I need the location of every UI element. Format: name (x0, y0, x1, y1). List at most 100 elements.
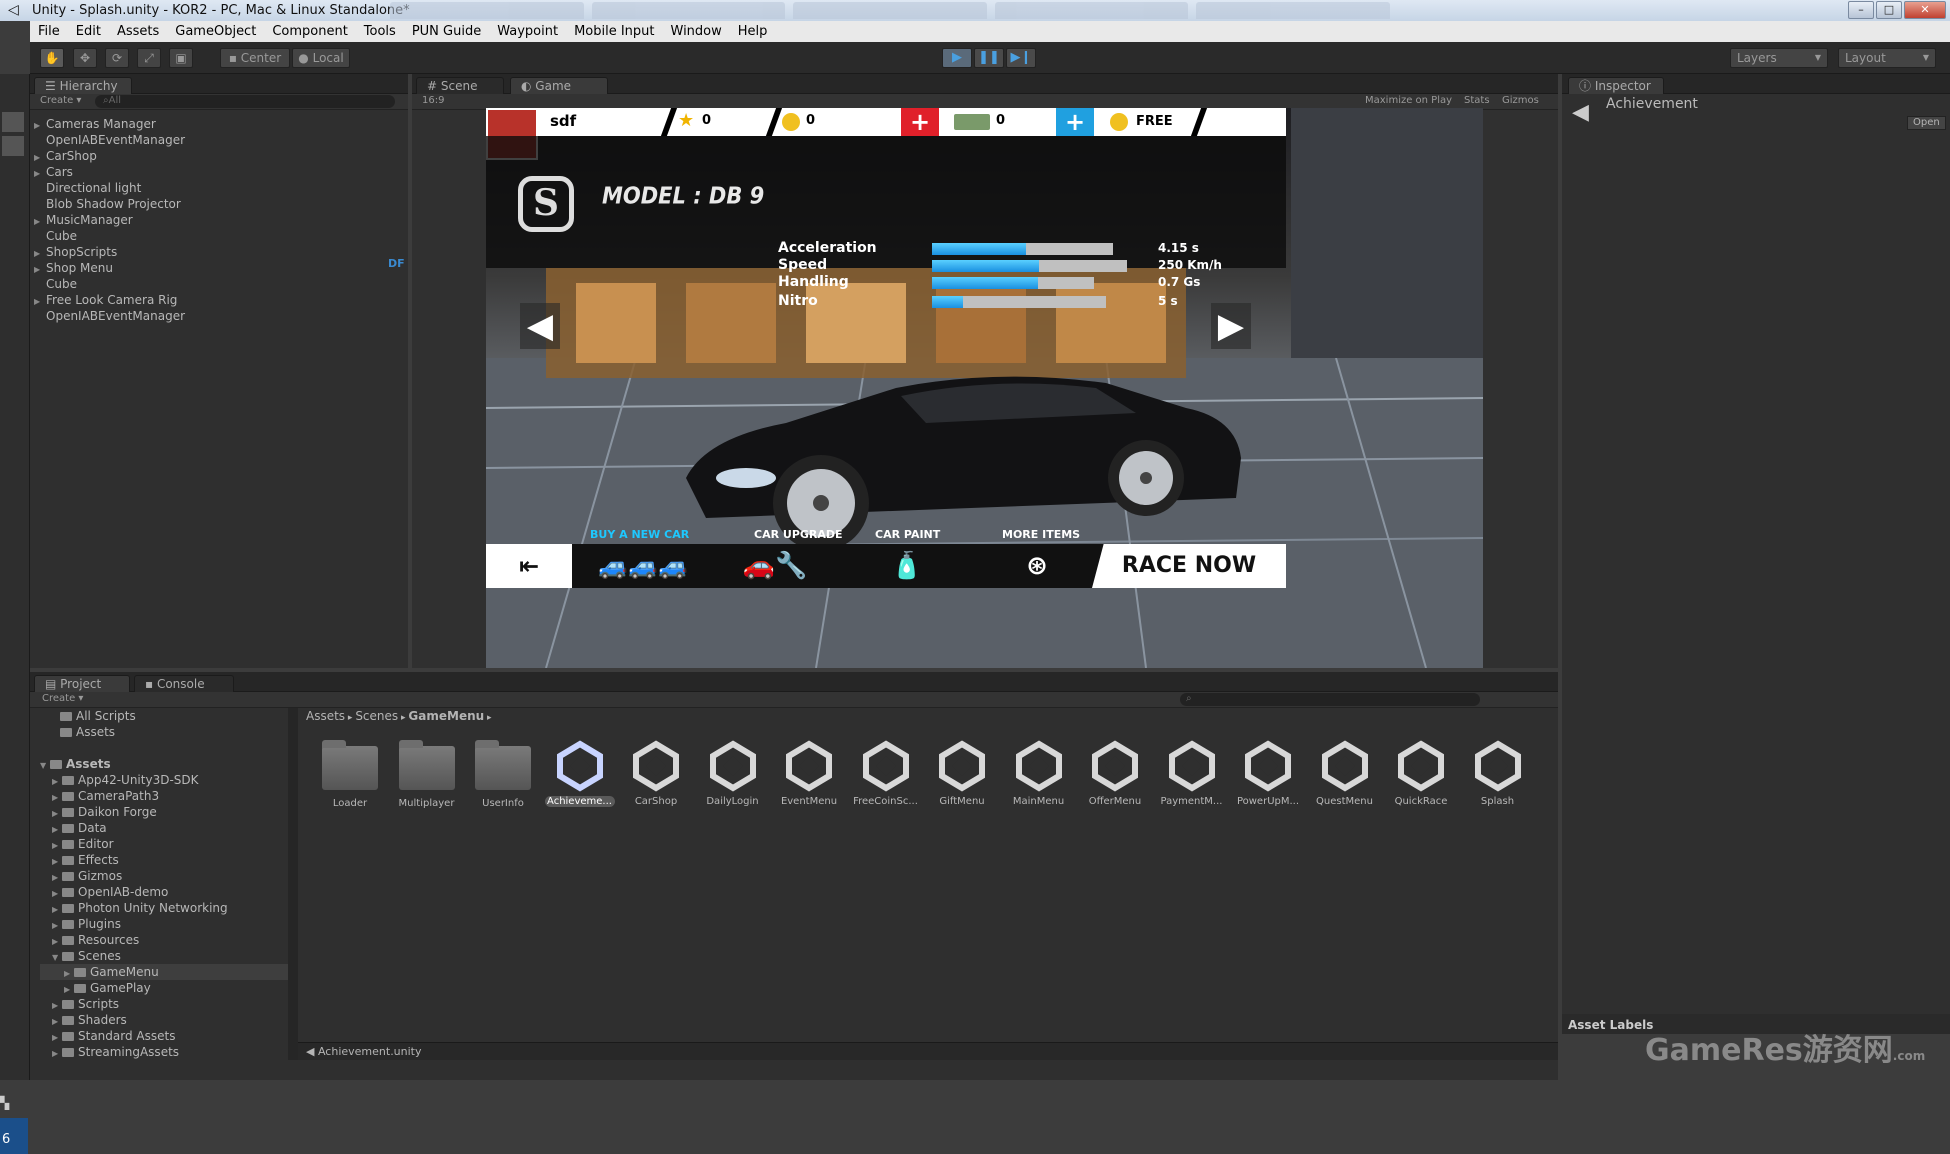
breadcrumb-item[interactable]: Assets (306, 709, 345, 723)
breadcrumb-item[interactable]: GameMenu (408, 709, 484, 723)
menu-item[interactable]: Mobile Input (566, 24, 662, 39)
minimize-button[interactable]: – (1848, 1, 1874, 19)
menu-item[interactable]: PUN Guide (404, 24, 489, 39)
hierarchy-item[interactable]: OpenIABEventManager (34, 132, 408, 148)
asset-item[interactable]: Splash (1463, 740, 1533, 807)
race-now-button[interactable]: RACE NOW (1092, 544, 1286, 588)
aspect-dropdown[interactable]: 16:9 (422, 95, 444, 106)
asset-item[interactable]: Loader (315, 740, 385, 809)
project-folder[interactable]: ▶ CameraPath3 (40, 788, 288, 804)
menu-item[interactable]: Window (663, 24, 730, 39)
tab-scene[interactable]: # Scene (416, 77, 504, 94)
favorite-item[interactable]: Assets (40, 724, 288, 740)
prev-car-arrow-icon[interactable]: ◀ (520, 303, 560, 349)
add-coins-button[interactable]: + (901, 108, 939, 136)
rotate-tool-icon[interactable]: ⟳ (105, 48, 129, 68)
asset-item[interactable]: FreeCoinSc... (851, 740, 921, 807)
close-button[interactable]: ✕ (1904, 1, 1946, 19)
menu-item[interactable]: Assets (109, 24, 167, 39)
pause-button[interactable]: ❚❚ (974, 48, 1004, 68)
hierarchy-item[interactable]: Cube (34, 228, 408, 244)
buy-new-car-button[interactable]: 🚙🚙🚙 (582, 544, 704, 588)
menu-item[interactable]: Component (264, 24, 355, 39)
maximize-button[interactable]: □ (1876, 1, 1902, 19)
step-button[interactable]: ▶❙ (1006, 48, 1036, 68)
stats-toggle[interactable]: Stats (1464, 95, 1490, 106)
asset-item[interactable]: Achieveme... (544, 740, 615, 807)
breadcrumb-item[interactable]: Scenes (355, 709, 398, 723)
scale-tool-icon[interactable]: ⤢ (137, 48, 161, 68)
asset-item[interactable]: DailyLogin (698, 740, 768, 807)
project-folder[interactable]: ▶ Effects (40, 852, 288, 868)
gizmos-toggle[interactable]: Gizmos (1502, 95, 1539, 106)
hierarchy-item[interactable]: ▶ MusicManager (34, 212, 408, 228)
project-folder[interactable]: ▶ Scripts (40, 996, 288, 1012)
project-folder[interactable]: ▼ Assets (40, 756, 288, 772)
hierarchy-item[interactable]: ▶ Free Look Camera Rig (34, 292, 408, 308)
rect-tool-icon[interactable]: ▣ (169, 48, 193, 68)
next-car-arrow-icon[interactable]: ▶ (1211, 303, 1251, 349)
car-upgrade-button[interactable]: 🚗🔧 (714, 544, 836, 588)
project-folder[interactable]: ▶ App42-Unity3D-SDK (40, 772, 288, 788)
hierarchy-item[interactable]: ▶ Shop Menu (34, 260, 408, 276)
asset-item[interactable]: Multiplayer (392, 740, 462, 809)
menu-item[interactable]: Waypoint (489, 24, 566, 39)
pivot-center-button[interactable]: ▪ Center (220, 48, 290, 68)
layers-dropdown[interactable]: Layers ▼ (1730, 48, 1828, 68)
add-cash-button[interactable]: + (1056, 108, 1094, 136)
menu-item[interactable]: Edit (68, 24, 109, 39)
project-folder[interactable]: ▶ Plugins (40, 916, 288, 932)
free-button[interactable]: FREE (1136, 114, 1173, 129)
tab-project[interactable]: ▤ Project (34, 675, 130, 692)
asset-item[interactable]: OfferMenu (1080, 740, 1150, 807)
project-search-input[interactable]: ⌕ (1180, 693, 1480, 706)
project-folder[interactable]: ▶ Data (40, 820, 288, 836)
more-items-button[interactable]: ⊛ (976, 544, 1098, 588)
hierarchy-item[interactable]: Cube (34, 276, 408, 292)
hierarchy-item[interactable]: ▶ CarShop (34, 148, 408, 164)
hierarchy-item[interactable]: Directional light (34, 180, 408, 196)
layout-icon[interactable]: ▚ (0, 1096, 22, 1116)
project-folder[interactable]: ▶ Photon Unity Networking (40, 900, 288, 916)
hierarchy-item[interactable]: Blob Shadow Projector (34, 196, 408, 212)
menu-item[interactable]: Help (730, 24, 776, 39)
project-folder[interactable]: ▶ GameMenu (40, 964, 288, 980)
menu-item[interactable]: GameObject (167, 24, 264, 39)
project-folder[interactable]: ▶ Standard Assets (40, 1028, 288, 1044)
project-create-button[interactable]: Create ▾ (42, 693, 83, 704)
menu-item[interactable]: File (30, 24, 68, 39)
hierarchy-item[interactable]: OpenIABEventManager (34, 308, 408, 324)
tab-game[interactable]: ◐ Game (510, 77, 608, 94)
project-folder[interactable]: ▼ Scenes (40, 948, 288, 964)
tab-inspector[interactable]: ⓘ Inspector (1568, 77, 1664, 94)
tree-scrollbar[interactable] (288, 708, 298, 1060)
exit-button[interactable]: ⇤ (486, 544, 572, 588)
menu-item[interactable]: Tools (356, 24, 404, 39)
project-folder[interactable]: ▶ OpenIAB-demo (40, 884, 288, 900)
expand-arrow-icon[interactable]: ▶ (52, 1046, 62, 1060)
hierarchy-item[interactable]: ▶ ShopScripts (34, 244, 408, 260)
project-folder[interactable]: ▶ Gizmos (40, 868, 288, 884)
car-paint-button[interactable]: 🧴 (846, 544, 968, 588)
favorite-item[interactable]: All Scripts (40, 708, 288, 724)
project-folder[interactable]: ▶ StreamingAssets (40, 1044, 288, 1060)
tab-hierarchy[interactable]: ☰ Hierarchy (34, 77, 132, 94)
asset-item[interactable]: PaymentM... (1157, 740, 1227, 807)
asset-item[interactable]: GiftMenu (927, 740, 997, 807)
hierarchy-item[interactable]: ▶ Cars (34, 164, 408, 180)
asset-item[interactable]: PowerUpM... (1233, 740, 1303, 807)
hierarchy-search-input[interactable]: ⌕All (95, 95, 395, 108)
asset-item[interactable]: UserInfo (468, 740, 538, 809)
play-button[interactable]: ▶ (942, 48, 972, 68)
asset-item[interactable]: QuickRace (1386, 740, 1456, 807)
hierarchy-item[interactable]: ▶ Cameras Manager (34, 116, 408, 132)
layout-dropdown[interactable]: Layout ▼ (1838, 48, 1936, 68)
open-button[interactable]: Open (1907, 116, 1946, 130)
project-folder[interactable]: ▶ Editor (40, 836, 288, 852)
asset-item[interactable]: CarShop (621, 740, 691, 807)
expand-arrow-icon[interactable]: ▼ (40, 758, 50, 774)
expand-arrow-icon[interactable]: ▼ (52, 950, 62, 966)
pivot-local-button[interactable]: ● Local (292, 48, 350, 68)
asset-item[interactable]: EventMenu (774, 740, 844, 807)
hierarchy-create-button[interactable]: Create ▾ (40, 95, 81, 106)
